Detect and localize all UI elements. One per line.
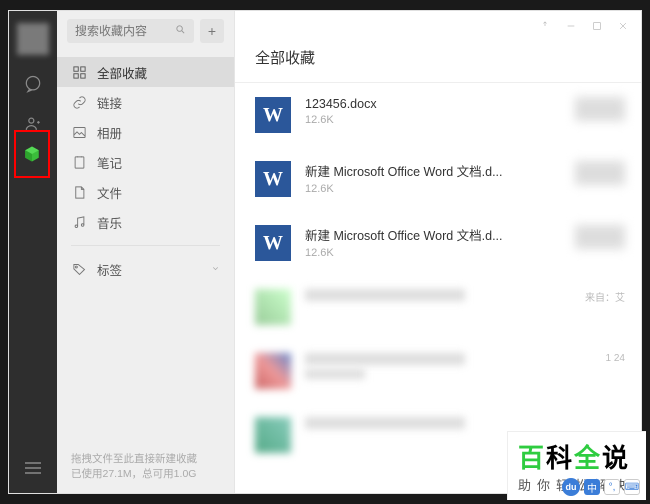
minimize-icon[interactable] [565,20,577,32]
item-name [305,353,465,365]
image-icon [71,124,87,140]
item-meta [575,97,625,121]
storage-footer: 拖拽文件至此直接新建收藏 已使用27.1M，总可用1.0G [57,452,234,494]
footer-line-2: 已使用27.1M，总可用1.0G [71,467,220,483]
item-size: 12.6K [305,114,621,126]
category-list: 全部收藏 链接 相册 笔记 文件 音乐 [57,51,234,290]
word-file-icon: W [255,97,291,133]
cube-icon[interactable] [23,145,41,163]
footer-line-1: 拖拽文件至此直接新建收藏 [71,452,220,468]
category-tag[interactable]: 标签 [57,254,234,284]
chat-icon[interactable] [22,73,44,95]
category-label: 相册 [97,123,122,142]
window-controls [235,11,641,41]
list-item[interactable]: W 新建 Microsoft Office Word 文档.d... 12.6K [235,147,641,211]
category-file[interactable]: 文件 [57,177,234,207]
category-all[interactable]: 全部收藏 [57,57,234,87]
item-name [305,417,465,429]
search-row: + [57,11,234,51]
item-meta [575,161,625,185]
item-size: 12.6K [305,183,621,195]
os-tray: du 中 °, ⌨ [562,478,640,496]
category-label: 笔记 [97,153,122,172]
page-title: 全部收藏 [235,41,641,83]
ime-badge[interactable]: 中 [584,479,600,495]
pin-icon[interactable] [539,20,551,32]
chevron-down-icon [211,262,220,276]
category-link[interactable]: 链接 [57,87,234,117]
baidu-badge-icon: du [562,478,580,496]
category-label: 链接 [97,93,122,112]
category-label: 标签 [97,260,122,279]
image-thumb-icon [255,353,291,389]
highlight-favorites-icon [14,130,50,178]
left-nav-bar [9,11,57,493]
image-thumb-icon [255,417,291,453]
maximize-icon[interactable] [591,20,603,32]
watermark-title: 百科全说 [518,438,632,475]
word-file-icon: W [255,225,291,261]
keyboard-icon[interactable]: ⌨ [624,479,640,495]
item-meta: 来自：艾 [585,289,625,304]
category-music[interactable]: 音乐 [57,207,234,237]
category-label: 音乐 [97,213,122,232]
app-window: + 全部收藏 链接 相册 笔记 文件 [8,10,642,494]
link-icon [71,94,87,110]
category-note[interactable]: 笔记 [57,147,234,177]
word-file-icon: W [255,161,291,197]
sidebar: + 全部收藏 链接 相册 笔记 文件 [57,11,235,493]
search-icon [175,24,186,38]
search-input[interactable] [75,24,171,38]
note-icon [71,154,87,170]
item-name: 新建 Microsoft Office Word 文档.d... [305,161,525,180]
item-size: 12.6K [305,247,621,259]
item-name [305,289,465,301]
item-meta [575,225,625,249]
grid-icon [71,64,87,80]
category-album[interactable]: 相册 [57,117,234,147]
item-meta: 1 24 [606,353,625,364]
item-name: 123456.docx [305,97,525,111]
list-item[interactable]: W 123456.docx 12.6K [235,83,641,147]
add-button[interactable]: + [200,19,224,43]
category-label: 文件 [97,183,122,202]
ime-symbol-badge[interactable]: °, [604,479,620,495]
list-item[interactable]: 1 24 [235,339,641,403]
close-icon[interactable] [617,20,629,32]
list-item[interactable]: W 新建 Microsoft Office Word 文档.d... 12.6K [235,211,641,275]
music-icon [71,214,87,230]
divider [71,245,220,246]
search-box[interactable] [67,19,194,43]
category-label: 全部收藏 [97,63,147,82]
file-icon [71,184,87,200]
item-name: 新建 Microsoft Office Word 文档.d... [305,225,525,244]
list-item[interactable]: 来自：艾 [235,275,641,339]
avatar[interactable] [17,23,49,55]
main-pane: 全部收藏 W 123456.docx 12.6K W 新建 Microsoft … [235,11,641,493]
image-thumb-icon [255,289,291,325]
tag-icon [71,261,87,277]
menu-icon[interactable] [25,461,41,479]
